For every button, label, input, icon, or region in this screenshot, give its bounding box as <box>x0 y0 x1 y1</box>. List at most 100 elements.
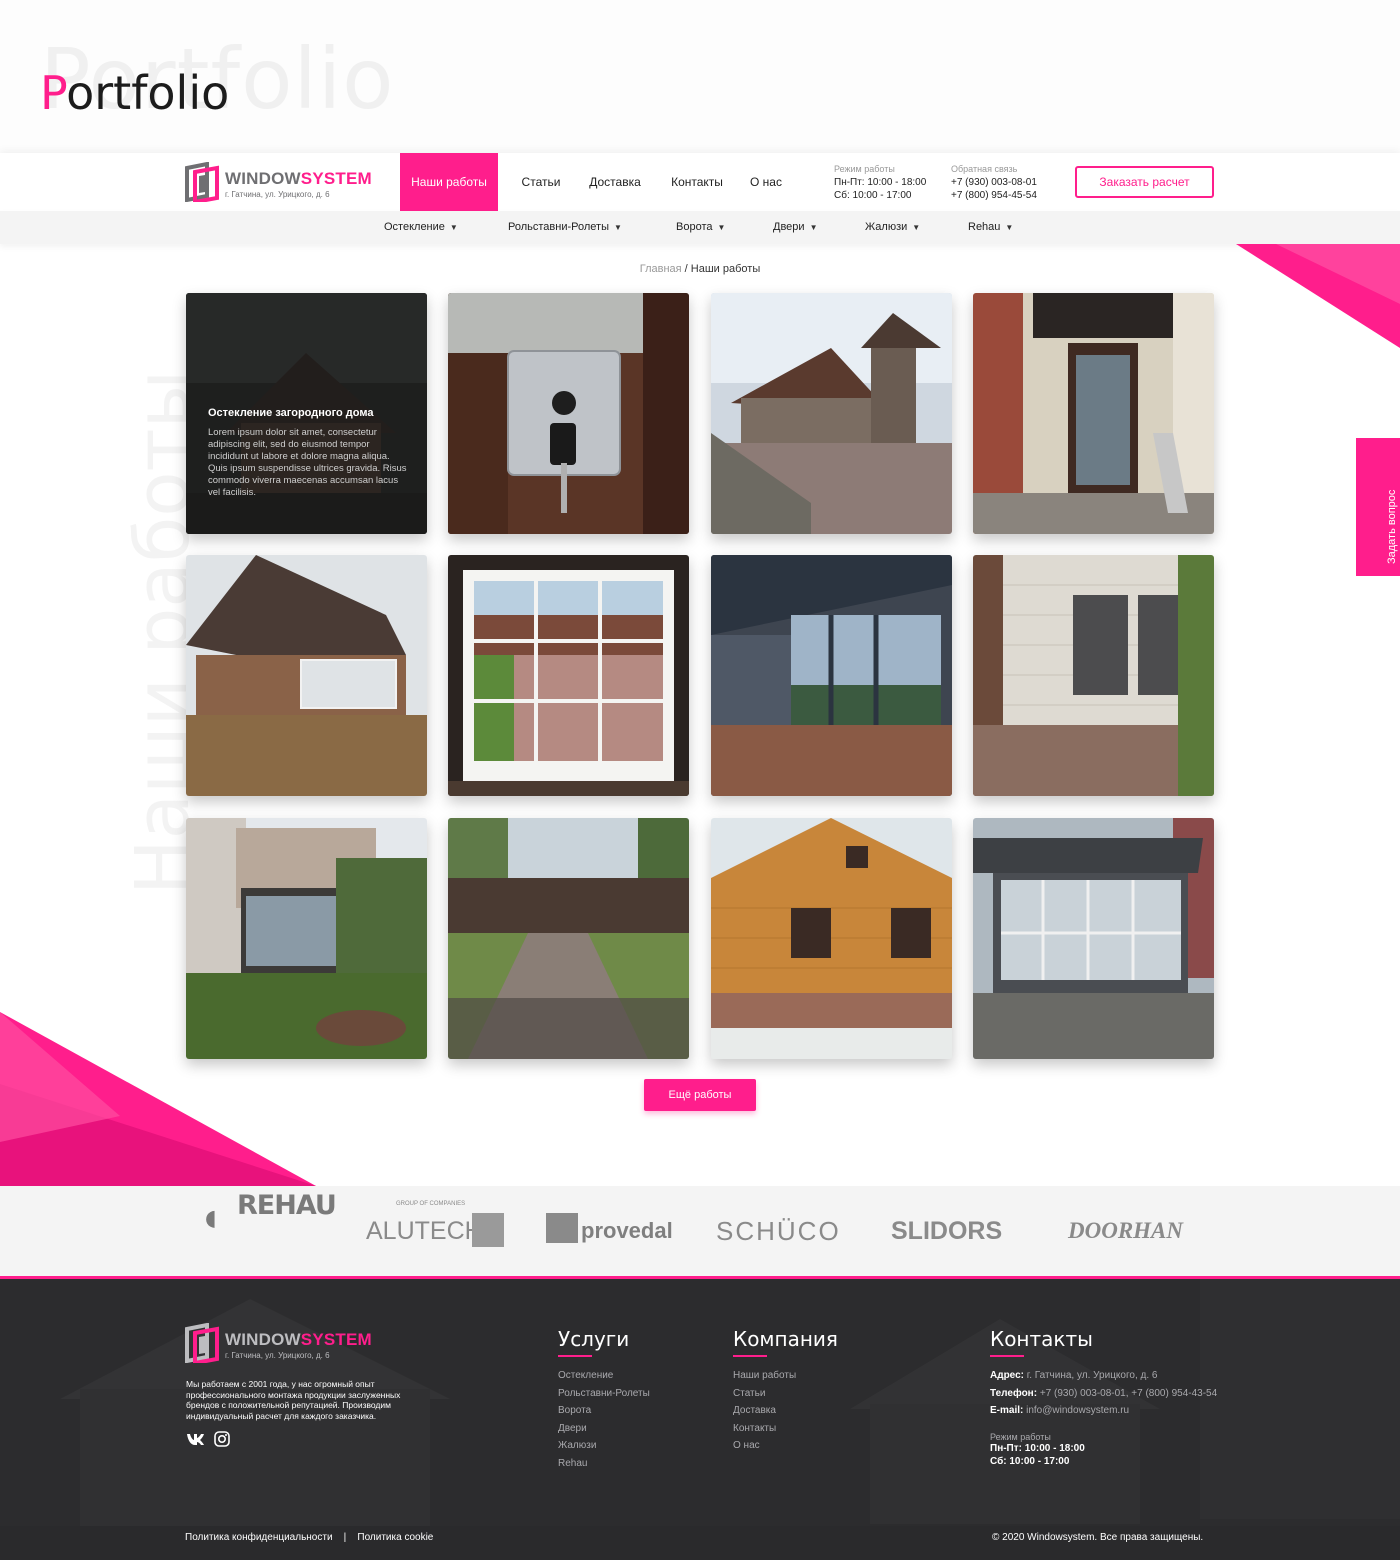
logo-address: г. Гатчина, ул. Урицкого, д. 6 <box>225 1351 330 1360</box>
category-shutters[interactable]: Рольставни-Ролеты ▼ <box>508 211 622 244</box>
category-nav: Остекление ▼ Рольставни-Ролеты ▼ Ворота ▼ Д… <box>0 211 1400 244</box>
portfolio-card[interactable] <box>973 555 1214 796</box>
category-label: Ворота <box>676 221 713 233</box>
phone-value[interactable]: +7 (930) 003-08-01, +7 (800) 954-43-54 <box>1037 1388 1217 1399</box>
cookie-policy-link[interactable]: Политика cookie <box>357 1532 433 1543</box>
footer-services: Услуги Остекление Рольставни-Ролеты Воро… <box>558 1327 650 1472</box>
chevron-down-icon: ▼ <box>1005 223 1014 232</box>
logo-wordmark: WINDOWSYSTEM <box>225 1330 372 1350</box>
logo-mark-icon <box>185 162 219 202</box>
category-glazing[interactable]: Остекление ▼ <box>384 211 458 244</box>
logo-wordmark: WINDOWSYSTEM <box>225 169 372 189</box>
footer-mode-weekdays: Пн-Пт: 10:00 - 18:00 <box>990 1442 1085 1454</box>
window-view-photo <box>448 555 689 796</box>
rolling-shutters-photo <box>973 555 1214 796</box>
winter-garden-photo <box>186 818 427 1059</box>
footer-link[interactable]: Жалюзи <box>558 1437 650 1455</box>
instagram-icon[interactable] <box>214 1431 230 1447</box>
featured-overlay: Остекление загородного дома Lorem ipsum … <box>186 293 427 534</box>
category-rehau[interactable]: Rehau ▼ <box>968 211 1013 244</box>
header-hours: Режим работы Пн-Пт: 10:00 - 18:00 Сб: 10… <box>834 163 926 202</box>
brand-name: provedal <box>581 1218 673 1243</box>
order-calculation-button[interactable]: Заказать расчет <box>1075 166 1214 198</box>
breadcrumb-current: Наши работы <box>690 263 761 275</box>
portfolio-card[interactable] <box>711 555 952 796</box>
category-label: Жалюзи <box>865 221 908 233</box>
footer-link[interactable]: О нас <box>733 1437 838 1455</box>
brand-logo-doorhan: DOORHAN <box>1068 1218 1184 1243</box>
portfolio-card[interactable] <box>448 293 689 534</box>
header-phone-2[interactable]: +7 (800) 954-45-54 <box>951 189 1037 202</box>
footer-link[interactable]: Ворота <box>558 1402 650 1420</box>
category-doors[interactable]: Двери ▼ <box>773 211 817 244</box>
portfolio-card[interactable] <box>973 818 1214 1059</box>
portfolio-card[interactable] <box>448 555 689 796</box>
footer-policies: Политика конфиденциальности | Политика c… <box>185 1532 433 1543</box>
nav-item-delivery[interactable]: Доставка <box>574 153 656 211</box>
portfolio-card[interactable] <box>448 818 689 1059</box>
logo-word-window: WINDOW <box>225 1330 301 1349</box>
portfolio-title-band: Portfolio Portfolio <box>0 0 1400 153</box>
portfolio-card[interactable] <box>186 818 427 1059</box>
logo-word-system: SYSTEM <box>300 1330 372 1349</box>
breadcrumb-home[interactable]: Главная <box>640 263 682 275</box>
footer-link[interactable]: Rehau <box>558 1455 650 1473</box>
nav-item-contacts[interactable]: Контакты <box>656 153 738 211</box>
category-label: Двери <box>773 221 805 233</box>
hours-label: Режим работы <box>834 164 895 174</box>
footer-logo[interactable]: WINDOWSYSTEM г. Гатчина, ул. Урицкого, д… <box>185 1323 375 1365</box>
portfolio-card[interactable] <box>973 293 1214 534</box>
footer-link[interactable]: Доставка <box>733 1402 838 1420</box>
ask-question-tab[interactable]: Задать вопрос <box>1356 438 1400 576</box>
logo-address: г. Гатчина, ул. Урицкого, д. 6 <box>225 190 330 199</box>
portfolio-card[interactable] <box>711 818 952 1059</box>
footer-mode-saturday: Сб: 10:00 - 17:00 <box>990 1455 1070 1467</box>
site-logo[interactable]: WINDOWSYSTEM г. Гатчина, ул. Урицкого, д… <box>185 162 375 204</box>
category-label: Остекление <box>384 221 445 233</box>
phone-label: Телефон: <box>990 1387 1038 1399</box>
footer-title-underline <box>990 1355 1024 1357</box>
footer-divider: | <box>343 1532 347 1543</box>
address-value: г. Гатчина, ул. Урицкого, д. 6 <box>1024 1370 1158 1381</box>
footer-link[interactable]: Двери <box>558 1420 650 1438</box>
nav-item-about[interactable]: О нас <box>738 153 794 211</box>
more-works-button[interactable]: Ещё работы <box>644 1079 756 1111</box>
category-label: Rehau <box>968 221 1001 233</box>
privacy-policy-link[interactable]: Политика конфиденциальности <box>185 1532 333 1543</box>
nav-item-articles[interactable]: Статьи <box>508 153 574 211</box>
category-blinds[interactable]: Жалюзи ▼ <box>865 211 920 244</box>
footer-link[interactable]: Статьи <box>733 1385 838 1403</box>
brand-name: REHAU <box>237 1190 337 1221</box>
country-house-photo <box>186 555 427 796</box>
partner-brands: ◖ REHAU ALUTECH GROUP OF COMPANIES prove… <box>0 1186 1400 1276</box>
social-links <box>186 1431 230 1447</box>
portfolio-card[interactable] <box>186 555 427 796</box>
footer-link[interactable]: Контакты <box>733 1420 838 1438</box>
logo-word-system: SYSTEM <box>300 169 372 188</box>
footer-link[interactable]: Рольставни-Ролеты <box>558 1385 650 1403</box>
footer-link[interactable]: Наши работы <box>733 1367 838 1385</box>
featured-title: Остекление загородного дома <box>208 407 374 419</box>
header-phone-1[interactable]: +7 (930) 003-08-01 <box>951 176 1037 189</box>
nav-item-our-works[interactable]: Наши работы <box>400 153 498 211</box>
vk-icon[interactable] <box>186 1431 204 1447</box>
category-gates[interactable]: Ворота ▼ <box>676 211 725 244</box>
logo-word-window: WINDOW <box>225 169 301 188</box>
provedal-mark-icon <box>546 1213 578 1243</box>
chevron-down-icon: ▼ <box>449 223 458 232</box>
alutech-mark-icon <box>472 1213 504 1247</box>
breadcrumb: Главная / Наши работы <box>0 263 1400 275</box>
footer-link[interactable]: Остекление <box>558 1367 650 1385</box>
footer-phone: Телефон: +7 (930) 003-08-01, +7 (800) 95… <box>990 1385 1290 1403</box>
chevron-down-icon: ▼ <box>809 223 818 232</box>
featured-text: Lorem ipsum dolor sit amet, consectetur … <box>208 427 407 498</box>
portfolio-card[interactable] <box>711 293 952 534</box>
copyright: © 2020 Windowsystem. Все права защищены. <box>992 1532 1204 1543</box>
orange-house-photo <box>711 818 952 1059</box>
email-value[interactable]: info@windowsystem.ru <box>1023 1405 1129 1416</box>
portfolio-card-featured[interactable]: Остекление загородного дома Lorem ipsum … <box>186 293 427 534</box>
portfolio-title-initial: P <box>40 66 67 120</box>
footer-address: Адрес: г. Гатчина, ул. Урицкого, д. 6 <box>990 1367 1290 1385</box>
chevron-down-icon: ▼ <box>912 223 921 232</box>
breadcrumb-separator: / <box>681 263 691 275</box>
